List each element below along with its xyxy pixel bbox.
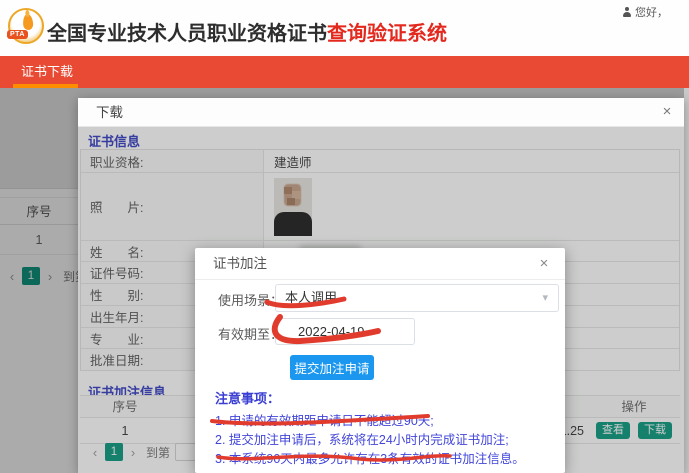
app-window: PTA 全国专业技术人员职业资格证书查询验证系统 您好， 证书下载 序号 1 ‹… <box>0 0 689 473</box>
submit-annotation-button[interactable]: 提交加注申请 <box>290 355 374 380</box>
page-scrollbar[interactable] <box>684 88 689 473</box>
valid-until-label: 有效期至： <box>217 324 283 343</box>
nav-bar: 证书下载 <box>0 56 689 88</box>
chevron-down-icon: ▾ <box>542 285 548 311</box>
site-title: 全国专业技术人员职业资格证书查询验证系统 <box>47 17 447 46</box>
note-line-1: 1. 申请的有效期距申请日不能超过90天; <box>215 412 555 431</box>
site-title-red: 查询验证系统 <box>327 23 447 45</box>
note-line-2: 2. 提交加注申请后，系统将在24小时内完成证书加注; <box>215 431 555 450</box>
pta-logo-icon: PTA <box>8 8 44 44</box>
flame-icon <box>22 14 33 31</box>
download-dialog-title: 下载 <box>96 98 123 127</box>
greeting-text: 您好， <box>635 4 668 20</box>
notes-section: 注意事项： 1. 申请的有效期距申请日不能超过90天; 2. 提交加注申请后，系… <box>215 388 555 469</box>
notes-heading: 注意事项： <box>215 388 555 407</box>
user-greeting: 您好， <box>622 4 668 20</box>
site-title-black: 全国专业技术人员职业资格证书 <box>47 23 327 45</box>
annotation-dialog-header: 证书加注 × <box>195 248 565 280</box>
valid-until-input[interactable] <box>275 318 415 345</box>
usage-scene-label: 使用场景： <box>217 290 283 309</box>
person-icon <box>622 7 632 17</box>
close-icon[interactable]: × <box>658 103 676 121</box>
logo-badge: PTA <box>7 30 28 39</box>
annotation-dialog: 证书加注 × 使用场景： 本人调用 ▾ 有效期至： 提交加注申请 注意事项： 1… <box>195 248 565 473</box>
usage-scene-select[interactable]: 本人调用 ▾ <box>275 284 559 312</box>
site-header: PTA 全国专业技术人员职业资格证书查询验证系统 您好， <box>0 0 689 56</box>
close-icon[interactable]: × <box>535 255 553 273</box>
annotation-dialog-title: 证书加注 <box>213 248 267 280</box>
download-dialog-header: 下载 × <box>78 98 684 127</box>
usage-scene-value: 本人调用 <box>285 290 337 305</box>
note-line-3: 3. 本系统90天内最多允许存在3条有效的证书加注信息。 <box>215 450 555 469</box>
